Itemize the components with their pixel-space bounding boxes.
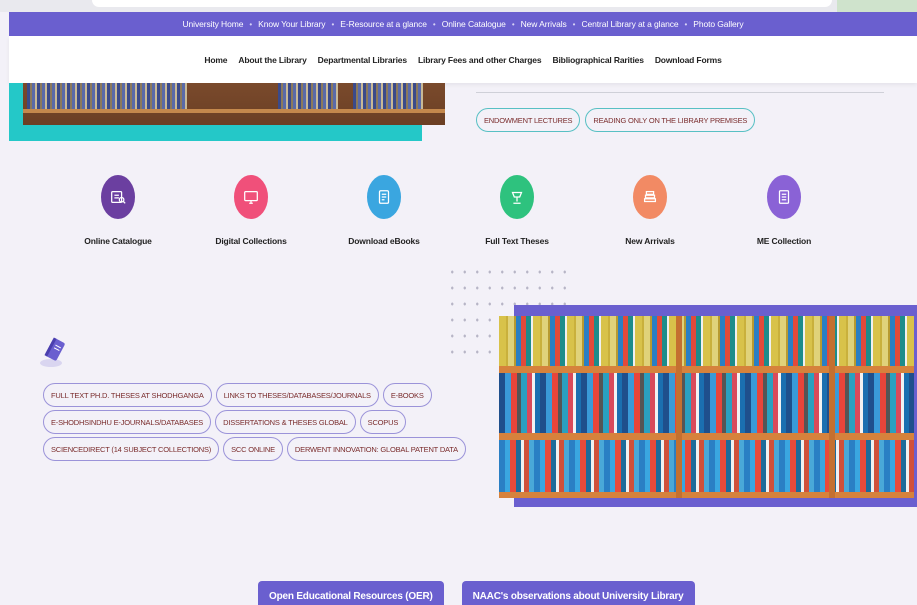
nav-bibliographical-rarities[interactable]: Bibliographical Rarities xyxy=(552,55,643,65)
oer-button[interactable]: Open Educational Resources (OER) xyxy=(258,581,444,605)
nav-separator: • xyxy=(432,19,436,29)
nav-download-forms[interactable]: Download Forms xyxy=(655,55,722,65)
tag-row: SCIENCEDIRECT (14 SUBJECT COLLECTIONS) S… xyxy=(43,437,466,461)
nav-library-fees[interactable]: Library Fees and other Charges xyxy=(418,55,542,65)
document-icon xyxy=(767,175,801,219)
topnav-e-resource[interactable]: E-Resource at a glance xyxy=(340,19,427,29)
feature-label: Full Text Theses xyxy=(485,236,549,246)
feature-links: Online Catalogue Digital Collections Dow… xyxy=(0,175,917,255)
topnav-university-home[interactable]: University Home xyxy=(182,19,243,29)
topnav-central-library[interactable]: Central Library at a glance xyxy=(581,19,678,29)
shelf-rail xyxy=(23,109,445,113)
chrome-corner xyxy=(837,0,917,12)
book-row xyxy=(499,316,914,366)
nav-separator: • xyxy=(249,19,253,29)
tag-links-theses[interactable]: LINKS TO THESES/DATABASES/JOURNALS xyxy=(215,383,379,407)
shelf-post xyxy=(829,316,835,498)
tag-scc-online[interactable]: SCC ONLINE xyxy=(223,437,283,461)
shelf-plank xyxy=(499,433,914,440)
tag-scopus[interactable]: SCOPUS xyxy=(359,410,407,434)
shelf-image xyxy=(23,83,445,125)
topnav-photo-gallery[interactable]: Photo Gallery xyxy=(693,19,743,29)
nav-separator: • xyxy=(511,19,515,29)
resource-tag-list: FULL TEXT PH.D. THESES AT SHODHGANGA LIN… xyxy=(43,383,466,464)
tag-sciencedirect[interactable]: SCIENCEDIRECT (14 SUBJECT COLLECTIONS) xyxy=(43,437,220,461)
feature-online-catalogue[interactable]: Online Catalogue xyxy=(63,175,173,246)
book-row xyxy=(27,83,187,109)
nav-separator: • xyxy=(684,19,688,29)
tag-row: FULL TEXT PH.D. THESES AT SHODHGANGA LIN… xyxy=(43,383,432,407)
bottom-actions: Open Educational Resources (OER) NAAC's … xyxy=(258,581,695,605)
library-bookshelf-photo xyxy=(499,316,914,498)
divider xyxy=(476,92,884,93)
address-bar-edge xyxy=(92,0,832,7)
monitor-icon xyxy=(234,175,268,219)
book-row xyxy=(499,373,914,433)
tag-e-books[interactable]: E-BOOKS xyxy=(382,383,432,407)
nav-separator: • xyxy=(331,19,335,29)
book-row xyxy=(353,83,423,109)
book-row xyxy=(278,83,338,109)
ebook-icon xyxy=(367,175,401,219)
feature-full-text-theses[interactable]: Full Text Theses xyxy=(462,175,572,246)
topnav-new-arrivals[interactable]: New Arrivals xyxy=(521,19,567,29)
feature-label: New Arrivals xyxy=(625,236,675,246)
feature-label: Online Catalogue xyxy=(84,236,152,246)
shelf-post xyxy=(676,316,682,498)
tag-e-shodhsindhu[interactable]: E-SHODHSINDHU E-JOURNALS/DATABASES xyxy=(43,410,212,434)
top-tag-list: ENDOWMENT LECTURES READING ONLY ON THE L… xyxy=(476,108,756,132)
feature-me-collection[interactable]: ME Collection xyxy=(729,175,839,246)
feature-label: Download eBooks xyxy=(348,236,420,246)
nav-separator: • xyxy=(572,19,576,29)
library-photo-top xyxy=(9,83,445,141)
feature-label: ME Collection xyxy=(756,236,812,246)
tag-derwent[interactable]: DERWENT INNOVATION: GLOBAL PATENT DATA xyxy=(286,437,466,461)
main-nav: Home About the Library Departmental Libr… xyxy=(9,36,917,83)
nav-about-library[interactable]: About the Library xyxy=(238,55,306,65)
book-icon xyxy=(38,336,68,368)
book-stack-icon xyxy=(633,175,667,219)
browser-chrome xyxy=(0,0,917,12)
shelf-plank xyxy=(499,366,914,373)
naac-observations-button[interactable]: NAAC's observations about University Lib… xyxy=(461,581,695,605)
topnav-know-your-library[interactable]: Know Your Library xyxy=(258,19,325,29)
lamp-icon xyxy=(500,175,534,219)
tag-endowment-lectures[interactable]: ENDOWMENT LECTURES xyxy=(476,108,581,132)
feature-label: Digital Collections xyxy=(215,236,287,246)
topnav-online-catalogue[interactable]: Online Catalogue xyxy=(442,19,506,29)
utility-nav: University Home • Know Your Library • E-… xyxy=(9,12,917,36)
feature-new-arrivals[interactable]: New Arrivals xyxy=(595,175,705,246)
catalogue-icon xyxy=(101,175,135,219)
feature-digital-collections[interactable]: Digital Collections xyxy=(196,175,306,246)
tag-shodhganga[interactable]: FULL TEXT PH.D. THESES AT SHODHGANGA xyxy=(43,383,212,407)
tag-row: E-SHODHSINDHU E-JOURNALS/DATABASES DISSE… xyxy=(43,410,407,434)
nav-home[interactable]: Home xyxy=(204,55,227,65)
nav-departmental-libraries[interactable]: Departmental Libraries xyxy=(318,55,407,65)
feature-download-ebooks[interactable]: Download eBooks xyxy=(329,175,439,246)
tag-reading-only[interactable]: READING ONLY ON THE LIBRARY PREMISES xyxy=(585,108,756,132)
tag-dissertations[interactable]: DISSERTATIONS & THESES GLOBAL xyxy=(215,410,356,434)
book-row xyxy=(499,440,914,492)
shelf-plank xyxy=(499,492,914,498)
